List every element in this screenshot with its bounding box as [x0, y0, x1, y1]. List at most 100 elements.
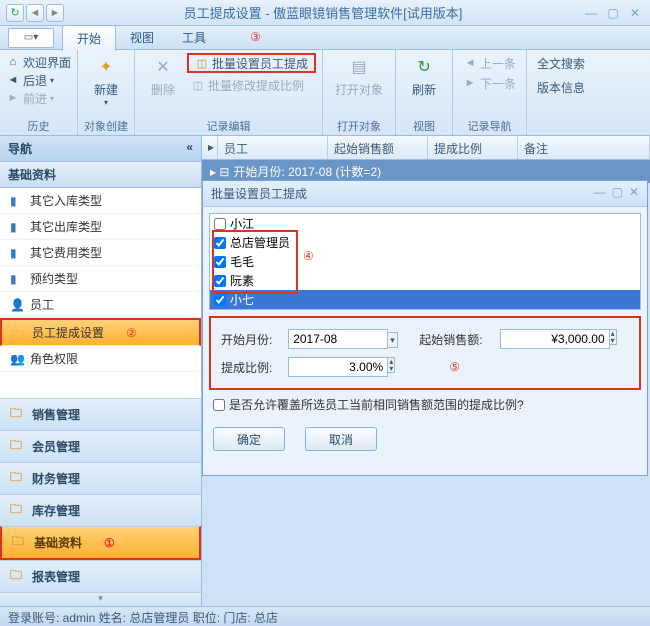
folder-report[interactable]: 🗀报表管理: [0, 560, 201, 592]
start-sales-input[interactable]: [500, 329, 610, 349]
welcome-button[interactable]: ⌂欢迎界面: [2, 53, 75, 71]
checkbox[interactable]: [214, 275, 226, 287]
next-icon: ►: [463, 76, 477, 90]
delete-button[interactable]: ✕删除: [141, 53, 185, 100]
refresh-icon: ↻: [412, 55, 436, 79]
sidebar-tree: ▮其它入库类型 ▮其它出库类型 ▮其它费用类型 ▮预约类型 👤员工 🗀员工提成设…: [0, 188, 201, 372]
menubar: ▭▾ 开始 视图 工具 ③: [0, 26, 650, 50]
ribbon: ⌂欢迎界面 ◄后退▾ ►前进▾ 历史 ✦新建▾ 对象创建 ✕删除 ◫批量设置员工…: [0, 50, 650, 136]
start-month-label: 开始月份:: [217, 326, 282, 352]
batch-set-commission-button[interactable]: ◫批量设置员工提成: [187, 53, 316, 73]
checkbox[interactable]: [214, 237, 226, 249]
cancel-button[interactable]: 取消: [305, 427, 377, 451]
grid-selector[interactable]: ▸: [202, 136, 218, 159]
delete-icon: ✕: [151, 55, 175, 79]
sidebar-collapse-icon[interactable]: «: [186, 140, 193, 157]
maximize-icon[interactable]: ▢: [604, 6, 622, 20]
tab-view[interactable]: 视图: [116, 25, 168, 50]
qa-forward-icon[interactable]: ►: [46, 4, 64, 22]
spinner-icon[interactable]: ▴▾: [388, 357, 395, 373]
titlebar: ↻ ◄ ► 员工提成设置 - 傲蓝眼镜销售管理软件[试用版本] — ▢ ✕: [0, 0, 650, 26]
list-item[interactable]: 小七: [210, 290, 640, 309]
tree-item-appointment[interactable]: ▮预约类型: [0, 266, 201, 292]
employee-list[interactable]: 小江 总店管理员 毛毛 阮素 小七: [209, 213, 641, 310]
back-button[interactable]: ◄后退▾: [2, 71, 58, 89]
folder-basic[interactable]: 🗀基础资料①: [0, 526, 201, 560]
list-icon: ▮: [10, 272, 24, 286]
batch-set-icon: ◫: [195, 56, 209, 70]
folder-finance[interactable]: 🗀财务管理: [0, 462, 201, 494]
sidebar: 导航« 基础资料 ▮其它入库类型 ▮其它出库类型 ▮其它费用类型 ▮预约类型 👤…: [0, 136, 202, 606]
tree-item-other-in[interactable]: ▮其它入库类型: [0, 188, 201, 214]
folder-stock[interactable]: 🗀库存管理: [0, 494, 201, 526]
folder-sales[interactable]: 🗀销售管理: [0, 398, 201, 430]
col-employee[interactable]: 员工: [218, 136, 328, 159]
role-icon: 👥: [10, 352, 24, 366]
list-item[interactable]: 阮素: [210, 271, 640, 290]
overwrite-check[interactable]: 是否允许覆盖所选员工当前相同销售额范围的提成比例?: [213, 396, 637, 413]
window-controls: — ▢ ✕: [582, 6, 644, 20]
list-item[interactable]: 小江: [210, 214, 640, 233]
dialog-form: 开始月份: ▾ 起始销售额: ▴▾ 提成比例: ▴▾ ⑤: [209, 316, 641, 390]
collapse-icon[interactable]: ▸ ⊟: [210, 165, 229, 179]
checkbox[interactable]: [214, 294, 226, 306]
person-icon: 👤: [10, 298, 24, 312]
sidebar-section-basic[interactable]: 基础资料: [0, 162, 201, 188]
qa-back-icon[interactable]: ◄: [26, 4, 44, 22]
tree-item-employee[interactable]: 👤员工: [0, 292, 201, 318]
ratio-input[interactable]: [288, 357, 388, 377]
folder-icon: 🗀: [12, 532, 28, 553]
annotation-1: ①: [104, 536, 115, 550]
new-button[interactable]: ✦新建▾: [84, 53, 128, 109]
folder-icon: 🗀: [10, 566, 26, 587]
tree-item-other-out[interactable]: ▮其它出库类型: [0, 214, 201, 240]
list-icon: ▮: [10, 220, 24, 234]
prev-record-button[interactable]: ◄上一条: [459, 53, 520, 73]
open-object-button[interactable]: ▤打开对象: [329, 53, 389, 100]
tab-start[interactable]: 开始: [62, 25, 116, 51]
version-info-button[interactable]: 版本信息: [533, 77, 589, 97]
folder-icon: 🗀: [10, 468, 26, 489]
checkbox[interactable]: [213, 399, 225, 411]
dropdown-icon[interactable]: ▾: [388, 332, 398, 348]
back-icon: ◄: [6, 73, 20, 87]
col-remark[interactable]: 备注: [518, 136, 650, 159]
forward-button[interactable]: ►前进▾: [2, 89, 58, 107]
list-item[interactable]: 总店管理员: [210, 233, 640, 252]
refresh-button[interactable]: ↻刷新: [402, 53, 446, 100]
annotation-5: ⑤: [449, 360, 460, 374]
batch-modify-ratio-button[interactable]: ◫批量修改提成比例: [187, 75, 316, 95]
app-menu-button[interactable]: ▭▾: [8, 28, 54, 48]
minimize-icon[interactable]: —: [582, 6, 600, 20]
start-month-input[interactable]: [288, 329, 388, 349]
tree-item-commission-settings[interactable]: 🗀员工提成设置②: [0, 318, 201, 346]
list-item[interactable]: 毛毛: [210, 252, 640, 271]
start-sales-label: 起始销售额:: [415, 326, 493, 352]
dialog-minimize-icon[interactable]: —: [594, 185, 606, 202]
open-icon: ▤: [347, 55, 371, 79]
tree-item-other-fee[interactable]: ▮其它费用类型: [0, 240, 201, 266]
dialog-close-icon[interactable]: ✕: [629, 185, 639, 202]
folder-member[interactable]: 🗀会员管理: [0, 430, 201, 462]
qa-refresh-icon[interactable]: ↻: [6, 4, 24, 22]
annotation-4: ④: [303, 249, 314, 263]
list-icon: ▮: [10, 194, 24, 208]
close-icon[interactable]: ✕: [626, 6, 644, 20]
ok-button[interactable]: 确定: [213, 427, 285, 451]
main: 导航« 基础资料 ▮其它入库类型 ▮其它出库类型 ▮其它费用类型 ▮预约类型 👤…: [0, 136, 650, 606]
group-edit: 记录编辑: [207, 117, 251, 134]
group-view: 视图: [413, 117, 435, 134]
dialog-maximize-icon[interactable]: ▢: [612, 185, 623, 202]
spinner-icon[interactable]: ▴▾: [610, 329, 617, 345]
checkbox[interactable]: [214, 256, 226, 268]
checkbox[interactable]: [214, 218, 226, 230]
col-ratio[interactable]: 提成比例: [428, 136, 518, 159]
col-start-sales[interactable]: 起始销售额: [328, 136, 428, 159]
tree-item-role[interactable]: 👥角色权限: [0, 346, 201, 372]
ratio-label: 提成比例:: [217, 354, 282, 380]
next-record-button[interactable]: ►下一条: [459, 73, 520, 93]
tab-tools[interactable]: 工具: [168, 25, 220, 50]
fulltext-search-button[interactable]: 全文搜索: [533, 53, 589, 73]
sidebar-expand-icon[interactable]: ▾: [0, 592, 201, 606]
batch-mod-icon: ◫: [191, 78, 205, 92]
